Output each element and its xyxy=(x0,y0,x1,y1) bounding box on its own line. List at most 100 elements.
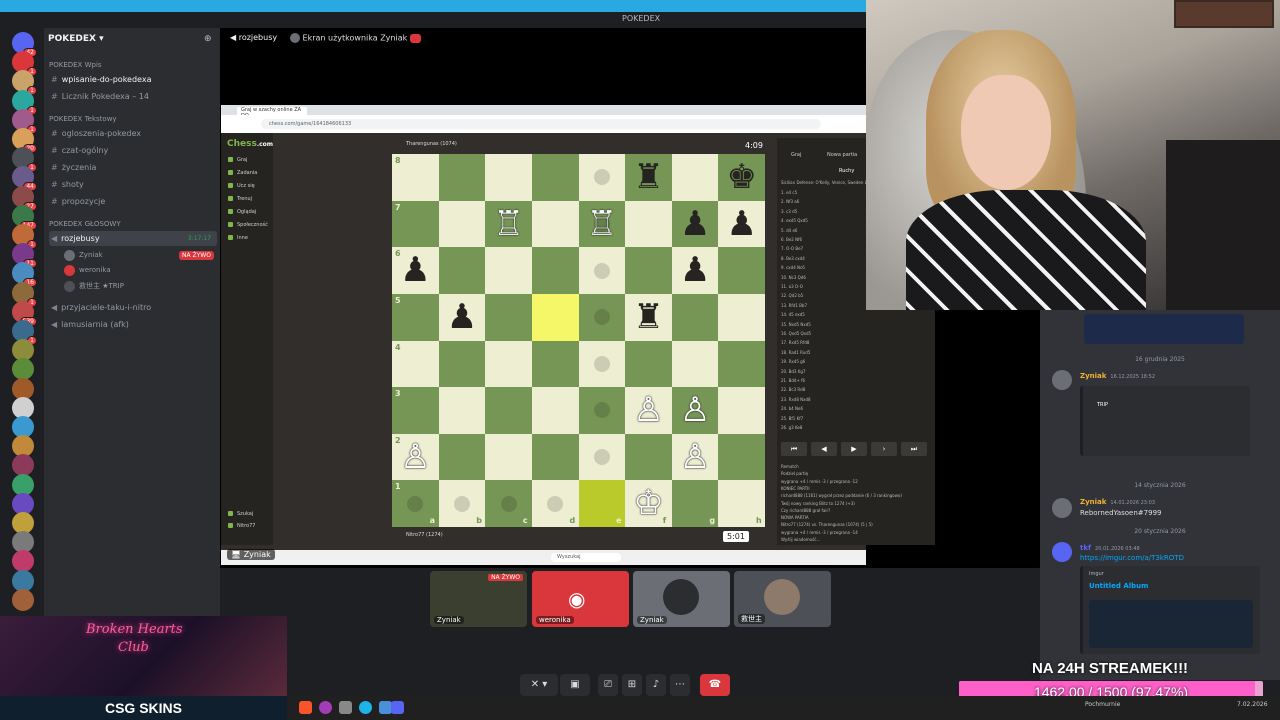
square-h6[interactable] xyxy=(718,247,765,294)
move-row[interactable]: 26. g3 Ke8 xyxy=(781,425,802,430)
square-b2[interactable] xyxy=(438,433,486,481)
move-hint-dot[interactable] xyxy=(593,262,610,279)
move-row[interactable]: 5. d4 e6 xyxy=(781,228,797,233)
nav-trenuj[interactable]: Trenuj xyxy=(227,196,252,202)
move-row[interactable]: 23. Rxd8 Nxd8 xyxy=(781,397,811,402)
square-d5[interactable] xyxy=(531,293,579,341)
nav-ogladaj[interactable]: Oglądaj xyxy=(227,209,256,215)
settings-icon[interactable] xyxy=(339,701,352,714)
message-author[interactable]: Zyniak 14.01.2026 23:03 xyxy=(1080,498,1155,506)
nav-inne[interactable]: Inne xyxy=(228,235,248,241)
channel-licznik[interactable]: # Licznik Pokedexa – 14 xyxy=(49,89,217,104)
channel-shoty[interactable]: # shoty xyxy=(49,177,217,192)
first-move-button[interactable]: ⏮ xyxy=(781,442,807,456)
nav-ucz[interactable]: Ucz się xyxy=(228,183,255,189)
message-link[interactable]: https://imgur.com/a/T3kROTD xyxy=(1080,554,1184,562)
move-row[interactable]: 4. exd5 Qxd5 xyxy=(781,218,808,223)
square-c3[interactable] xyxy=(485,387,532,434)
tile-zyniak[interactable]: Zyniak xyxy=(633,571,730,627)
square-b6[interactable] xyxy=(438,247,486,294)
nav-user[interactable]: Nitro77 xyxy=(227,523,255,529)
guest-search[interactable]: Wyszukaj xyxy=(551,553,621,562)
move-row[interactable]: 13. Rfd1 Bb7 xyxy=(781,303,807,308)
move-row[interactable]: 19. Rxd5 g6 xyxy=(781,359,805,364)
square-g4[interactable] xyxy=(671,340,719,388)
nav-search[interactable]: Szukaj xyxy=(227,511,253,517)
move-row[interactable]: 10. Nc3 Qd6 xyxy=(781,275,806,280)
voice-channel-lamusiarnia[interactable]: ◀ lamusiarnia (afk) xyxy=(49,317,217,332)
move-row[interactable]: 6. Be2 Nf6 xyxy=(781,237,802,242)
square-d3[interactable] xyxy=(531,387,579,434)
avatar[interactable] xyxy=(1052,498,1072,518)
square-f4[interactable] xyxy=(625,340,672,388)
move-row[interactable]: 1. e4 c5 xyxy=(781,190,797,195)
share-screen-button[interactable]: ⎚ xyxy=(598,674,618,696)
nav-zadania[interactable]: Zadania xyxy=(227,170,257,176)
square-c2[interactable] xyxy=(485,433,532,481)
nav-spolecznosc[interactable]: Społeczność xyxy=(228,222,268,228)
square-f7[interactable] xyxy=(625,200,672,248)
image-attachment[interactable] xyxy=(1084,314,1244,344)
tile-zyniak-screen[interactable]: NA ŻYWO Zyniak xyxy=(430,571,527,627)
tab-graj[interactable]: Graj xyxy=(791,152,801,158)
stream-owner[interactable]: Ekran użytkownika Zyniak xyxy=(290,33,421,43)
move-row[interactable]: 22. Bc3 Rd8 xyxy=(781,387,805,392)
square-b8[interactable] xyxy=(438,154,486,201)
voice-user-trip[interactable]: 救世主 ★TRIP xyxy=(64,279,124,294)
square-h4[interactable] xyxy=(718,340,765,388)
move-hint-dot[interactable] xyxy=(593,309,610,326)
move-row[interactable]: 24. b4 Ne6 xyxy=(781,406,803,411)
mute-button[interactable]: ✕ ▾ xyxy=(520,674,558,696)
black-rook-icon[interactable]: ♜ xyxy=(625,154,672,201)
prev-move-button[interactable]: ◀ xyxy=(811,442,837,456)
move-hint-dot[interactable] xyxy=(453,495,470,512)
square-h2[interactable] xyxy=(718,433,765,481)
bottom-player[interactable]: Nitro77 (1274) xyxy=(406,532,443,538)
move-row[interactable]: 8. Be3 cxd4 xyxy=(781,256,805,261)
chess-logo[interactable]: Chess.com xyxy=(227,139,273,149)
move-row[interactable]: 14. d5 exd5 xyxy=(781,312,805,317)
square-d6[interactable] xyxy=(531,247,579,294)
square-b3[interactable] xyxy=(438,387,486,434)
move-row[interactable]: 21. Bd4+ f6 xyxy=(781,378,805,383)
category-tekstowy[interactable]: POKEDEX Tekstowy xyxy=(49,115,117,123)
white-king-icon[interactable]: ♔ xyxy=(625,480,672,527)
move-row[interactable]: 15. Nxd5 Nxd5 xyxy=(781,322,811,327)
move-row[interactable]: 12. Qd2 b5 xyxy=(781,293,803,298)
white-rook-icon[interactable]: ♖ xyxy=(485,201,532,248)
move-hint-dot[interactable] xyxy=(593,449,610,466)
square-h5[interactable] xyxy=(718,293,765,341)
square-g5[interactable] xyxy=(671,293,719,341)
voice-user-weronika[interactable]: weronika xyxy=(64,263,111,278)
square-g8[interactable] xyxy=(671,154,719,201)
black-pawn-icon[interactable]: ♟ xyxy=(718,201,765,248)
square-f6[interactable] xyxy=(625,247,672,294)
white-pawn-icon[interactable]: ♙ xyxy=(392,434,439,481)
address-bar[interactable]: chess.com/game/164184606133 xyxy=(261,119,821,129)
square-b4[interactable] xyxy=(438,340,486,388)
edge-icon[interactable] xyxy=(359,701,372,714)
channel-ogloszenia[interactable]: # ogloszenia-pokedex xyxy=(49,126,217,141)
move-row[interactable]: 11. a3 O-O xyxy=(781,284,803,289)
square-c5[interactable] xyxy=(485,293,532,341)
more-button[interactable]: ⋯ xyxy=(670,674,690,696)
voice-channel-przyjaciele[interactable]: ◀ przyjaciele-taku-i-nitro xyxy=(49,300,217,315)
category-glosowy[interactable]: POKEDEX GŁOSOWY xyxy=(49,220,121,228)
move-hint-dot[interactable] xyxy=(547,495,564,512)
voice-user-zyniak[interactable]: Zyniak xyxy=(64,248,103,263)
disconnect-button[interactable]: ☎ xyxy=(700,674,730,696)
link-embed[interactable]: Imgur Untitled Album xyxy=(1080,566,1260,654)
stream-channel[interactable]: ◀ rozjebusy xyxy=(230,33,277,42)
channel-czat[interactable]: # czat-ogólny xyxy=(49,143,217,158)
square-b7[interactable] xyxy=(438,200,486,248)
move-row[interactable]: 7. O-O Be7 xyxy=(781,246,803,251)
square-c6[interactable] xyxy=(485,247,532,294)
tab-nowa-partia[interactable]: Nowa partia xyxy=(827,152,857,158)
nav-graj[interactable]: Graj xyxy=(227,157,247,163)
category-wpis[interactable]: POKEDEX Wpis xyxy=(49,61,102,69)
discord-icon[interactable] xyxy=(391,701,404,714)
voice-channel-rozjebusy[interactable]: ◀ rozjebusy 3:17:17 xyxy=(49,231,217,246)
channel-wpisanie[interactable]: # wpisanie-do-pokedexa xyxy=(49,72,217,87)
brave-icon[interactable] xyxy=(299,701,312,714)
avatar[interactable] xyxy=(1052,542,1072,562)
